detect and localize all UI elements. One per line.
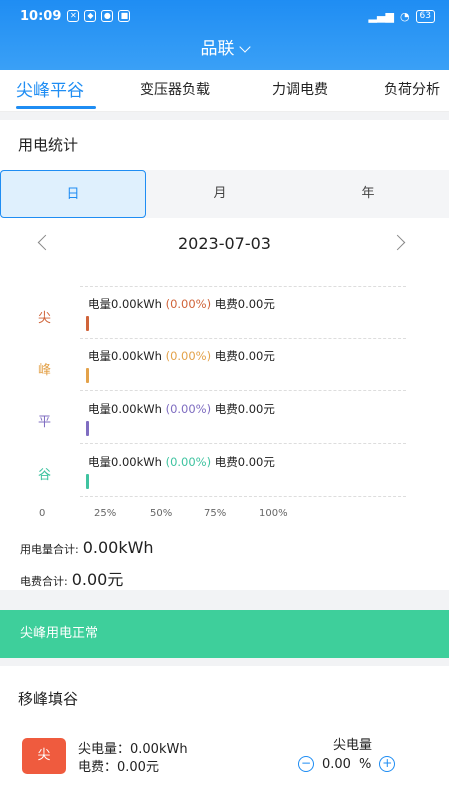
axis-tick: 75% <box>204 508 227 519</box>
bar <box>86 421 89 436</box>
percent-text: (0.00%) <box>165 402 212 416</box>
fee-line: 电费：0.00元 <box>78 760 159 775</box>
active-tab-indicator <box>16 106 96 109</box>
percent-text: (0.00%) <box>165 349 212 363</box>
tab-power-factor-fee[interactable]: 力调电费 <box>272 79 328 99</box>
current-date: 2023-07-03 <box>178 234 271 253</box>
total-fee: 电费合计: 0.00元 <box>20 566 123 590</box>
energy-text: 电量0.00kWh <box>88 297 162 311</box>
axis-tick: 25% <box>94 508 117 519</box>
status-notice: 尖峰用电正常 <box>0 610 449 658</box>
section-title: 用电统计 <box>18 136 79 154</box>
energy-text: 电量0.00kWh <box>88 402 162 416</box>
app-icon: ◆ <box>84 10 97 22</box>
app-icon: ● <box>101 10 114 22</box>
period-day[interactable]: 日 <box>0 170 146 218</box>
total-energy-value: 0.00kWh <box>82 538 154 557</box>
peak-shift-card: 移峰填谷 尖 尖电量：0.00kWh 电费：0.00元 尖电量 − 0.00 %… <box>0 666 449 800</box>
total-fee-value: 0.00元 <box>71 570 124 589</box>
axis-tick: 0 <box>39 508 46 519</box>
bar <box>86 368 89 383</box>
row-summary: 电量0.00kWh (0.00%) 电费0.00元 <box>88 348 275 364</box>
energy-line: 尖电量：0.00kWh <box>78 742 188 757</box>
axis-tick: 100% <box>259 508 288 519</box>
notification-off-icon: ✕ <box>67 10 80 22</box>
status-time: 10:09 <box>20 8 62 24</box>
grid-line <box>80 338 406 339</box>
period-selector: 日 月 年 <box>0 170 449 218</box>
station-name: 品联 <box>200 39 235 59</box>
signal-icon: ▂▄▆ <box>368 9 394 23</box>
section-title: 移峰填谷 <box>18 690 79 708</box>
total-fee-label: 电费合计: <box>20 575 68 588</box>
battery-icon: 63 <box>415 9 435 23</box>
wifi-icon: ◔ <box>399 9 410 23</box>
fee-text: 电费0.00元 <box>214 349 275 363</box>
percent-text: (0.00%) <box>165 455 212 469</box>
chevron-down-icon <box>238 41 251 53</box>
bar <box>86 474 89 489</box>
category-label: 峰 <box>38 363 52 378</box>
percent-stepper: − 0.00 % + <box>298 756 396 772</box>
percent-value[interactable]: 0.00 <box>322 757 351 772</box>
category-label: 谷 <box>38 468 52 483</box>
grid-line <box>80 443 406 444</box>
energy-text: 电量0.00kWh <box>88 455 162 469</box>
total-energy-label: 用电量合计: <box>20 543 79 556</box>
fee-text: 电费0.00元 <box>214 402 275 416</box>
date-navigator: 2023-07-03 <box>0 228 449 262</box>
energy-text: 电量0.00kWh <box>88 349 162 363</box>
row-summary: 电量0.00kWh (0.00%) 电费0.00元 <box>88 454 275 470</box>
usage-statistics-card: 用电统计 日 月 年 2023-07-03 尖 电量0.00kWh (0.00%… <box>0 120 449 590</box>
app-icon: ■ <box>118 10 131 22</box>
period-month[interactable]: 月 <box>146 170 294 218</box>
grid-line <box>80 390 406 391</box>
analysis-tabs: 尖峰平谷 变压器负载 力调电费 负荷分析 <box>0 70 449 112</box>
row-summary: 电量0.00kWh (0.00%) 电费0.00元 <box>88 401 275 417</box>
tier-badge: 尖 <box>22 738 66 774</box>
axis-tick: 50% <box>150 508 173 519</box>
tab-load-analysis[interactable]: 负荷分析 <box>384 79 440 99</box>
percent-text: (0.00%) <box>165 297 212 311</box>
period-year[interactable]: 年 <box>294 170 442 218</box>
grid-line <box>80 496 406 497</box>
row-summary: 电量0.00kWh (0.00%) 电费0.00元 <box>88 296 275 312</box>
category-label: 尖 <box>38 311 52 326</box>
fee-text: 电费0.00元 <box>214 455 275 469</box>
category-label: 平 <box>38 415 52 430</box>
bar <box>86 316 89 331</box>
fee-text: 电费0.00元 <box>214 297 275 311</box>
control-label: 尖电量 <box>333 738 373 753</box>
tab-transformer-load[interactable]: 变压器负载 <box>140 79 210 99</box>
grid-line <box>80 286 406 287</box>
tab-peak-valley[interactable]: 尖峰平谷 <box>16 76 84 101</box>
minus-icon[interactable]: − <box>298 756 314 772</box>
plus-icon[interactable]: + <box>379 756 396 772</box>
total-energy: 用电量合计: 0.00kWh <box>20 538 154 557</box>
station-selector[interactable]: 品联 <box>0 34 449 59</box>
status-bar: 10:09 ✕ ◆ ● ■ ▂▄▆ ◔ 63 <box>20 6 435 26</box>
percent-unit: % <box>358 756 372 772</box>
app-header: 10:09 ✕ ◆ ● ■ ▂▄▆ ◔ 63 品联 <box>0 0 449 70</box>
